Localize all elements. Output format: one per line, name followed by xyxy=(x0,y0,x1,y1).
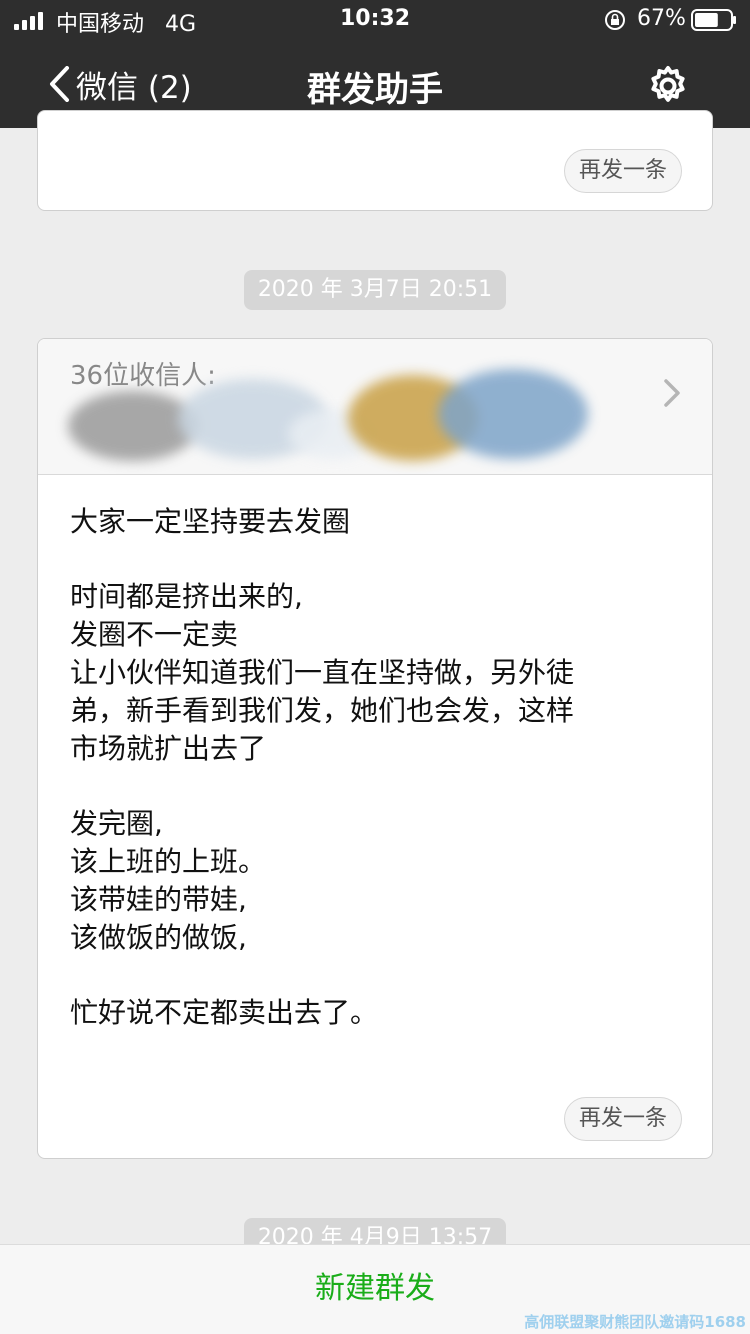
message-date: 2020 年 3月7日 20:51 xyxy=(244,270,506,310)
watermark: 高佣联盟聚财熊团队邀请码1688 xyxy=(524,1313,746,1331)
gear-icon[interactable] xyxy=(646,64,690,108)
message-line: 时间都是挤出来的, xyxy=(70,580,303,613)
message-line: 该带娃的带娃, xyxy=(70,883,247,916)
message-line: 该上班的上班。 xyxy=(70,845,267,878)
header: 中国移动 4G 10:32 67% 微信 (2) 群发助手 xyxy=(0,0,750,128)
message-paragraph: 时间都是挤出来的, 发圈不一定卖 让小伙伴知道我们一直在坚持做，另外徒 弟，新手… xyxy=(70,578,690,768)
message-line: 让小伙伴知道我们一直在坚持做，另外徒 xyxy=(70,656,575,689)
battery-percent: 67% xyxy=(637,6,686,31)
footer: 新建群发 高佣联盟聚财熊团队邀请码1688 xyxy=(0,1244,750,1334)
message-line: 弟，新手看到我们发，她们也会发，这样 xyxy=(70,694,575,727)
page-title: 群发助手 xyxy=(307,70,443,110)
resend-button[interactable]: 再发一条 xyxy=(563,1097,682,1141)
chevron-right-icon xyxy=(664,379,680,407)
recipients-row[interactable]: 36位收信人: xyxy=(38,339,712,475)
message-card: 36位收信人: 大家一定坚持要去发圈 时间都是挤出来的, 发圈不一定卖 让小伙伴… xyxy=(37,338,713,1159)
message-paragraph: 忙好说不定都卖出去了。 xyxy=(70,994,690,1032)
message-text: 大家一定坚持要去发圈 时间都是挤出来的, 发圈不一定卖 让小伙伴知道我们一直在坚… xyxy=(70,503,690,1069)
message-line: 大家一定坚持要去发圈 xyxy=(70,505,351,538)
redacted-names xyxy=(438,369,588,459)
message-paragraph: 发完圈, 该上班的上班。 该带娃的带娃, 该做饭的做饭, xyxy=(70,805,690,957)
recipients-label: 36位收信人: xyxy=(70,361,216,391)
message-paragraph: 大家一定坚持要去发圈 xyxy=(70,503,690,541)
message-line: 发圈不一定卖 xyxy=(70,618,239,651)
message-card: 再发一条 xyxy=(37,110,713,211)
status-bar: 中国移动 4G 10:32 67% xyxy=(0,0,750,40)
message-line: 发完圈, xyxy=(70,807,163,840)
message-line: 忙好说不定都卖出去了。 xyxy=(70,996,379,1029)
resend-button[interactable]: 再发一条 xyxy=(563,149,682,193)
rotation-lock-icon xyxy=(605,10,625,30)
message-line: 市场就扩出去了 xyxy=(70,732,267,765)
battery-icon xyxy=(691,9,736,31)
message-line: 该做饭的做饭, xyxy=(70,921,247,954)
